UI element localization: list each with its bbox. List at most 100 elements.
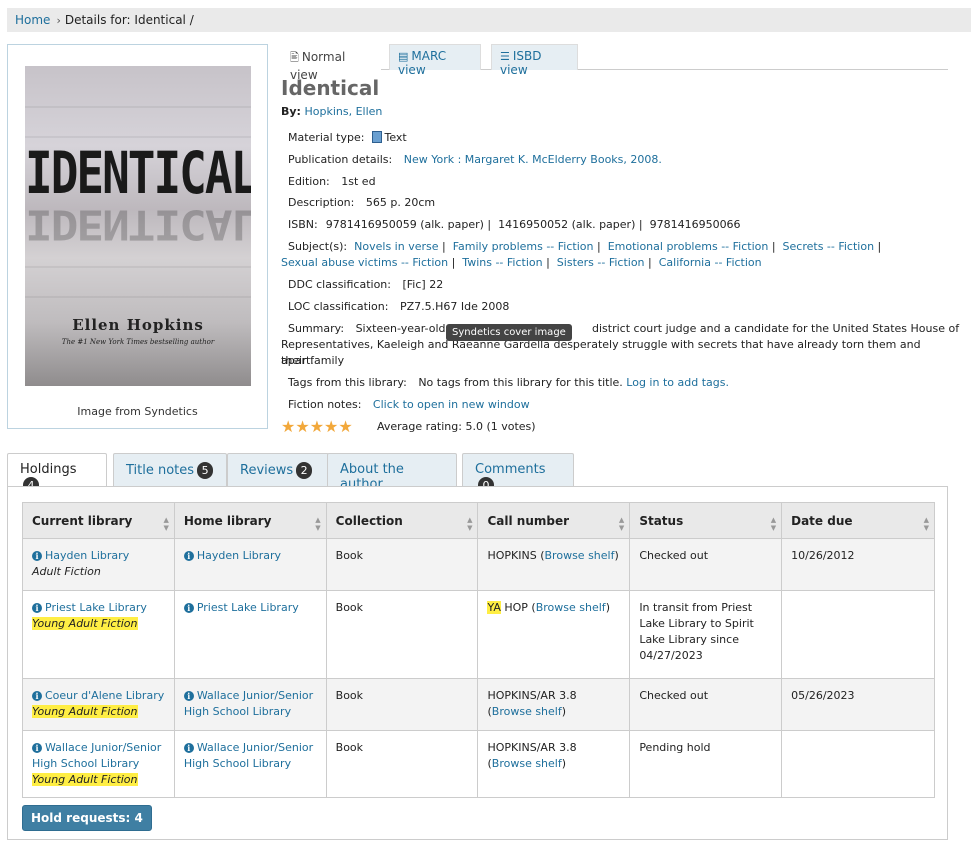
browse-shelf-link[interactable]: Browse shelf	[492, 757, 562, 770]
date-due-cell: 05/26/2023	[781, 678, 935, 731]
cover-tooltip: Syndetics cover image	[446, 324, 572, 341]
cover-caption: Image from Syndetics	[77, 405, 198, 418]
summary-row-1: Summary: Sixteen-year-old id	[288, 322, 460, 335]
sort-icon: ▲ ▼	[163, 516, 169, 532]
table-row: i Wallace Junior/Senior High School Libra…	[22, 730, 935, 798]
column-header[interactable]: Date due ▲ ▼	[781, 502, 935, 539]
info-icon: i	[183, 691, 194, 701]
subject-link[interactable]: California -- Fiction	[659, 256, 762, 269]
cover-tagline-art: The #1 New York Times bestselling author	[61, 338, 215, 346]
current-library-link[interactable]: Coeur d'Alene Library	[45, 689, 164, 702]
material-type-row: Material type: Text	[288, 131, 407, 144]
tab-about-author[interactable]: About the author	[327, 453, 457, 492]
date-due-cell	[781, 730, 935, 798]
record-title: Identical	[281, 76, 380, 100]
tab-isbd-view[interactable]: ☰ ISBD view	[491, 44, 578, 77]
subject-link[interactable]: Secrets -- Fiction	[783, 240, 875, 253]
subject-link[interactable]: Sisters -- Fiction	[557, 256, 645, 269]
status-cell: Pending hold	[629, 730, 783, 798]
document-icon: 🖹	[290, 51, 299, 64]
collection-cell: Book	[325, 730, 479, 798]
subject-link[interactable]: Novels in verse	[354, 240, 438, 253]
subjects-row-2: Sexual abuse victims -- Fiction | Twins …	[281, 256, 762, 269]
column-header[interactable]: Call number ▲ ▼	[477, 502, 631, 539]
breadcrumb-current: Details for: Identical /	[64, 13, 194, 27]
info-icon: i	[183, 551, 194, 561]
collection-cell: Book	[325, 590, 479, 679]
breadcrumb: Home › Details for: Identical /	[7, 8, 971, 32]
sort-icon: ▲ ▼	[770, 516, 777, 532]
tab-holdings[interactable]: Holdings4	[7, 453, 107, 494]
sort-icon: ▲ ▼	[923, 516, 929, 532]
status-cell: Checked out	[629, 678, 783, 731]
subject-link[interactable]: Emotional problems -- Fiction	[608, 240, 769, 253]
detail-tabs: Holdings4 Title notes5 Reviews2 About th…	[7, 453, 947, 494]
browse-shelf-link[interactable]: Browse shelf	[545, 549, 615, 562]
subject-link[interactable]: Sexual abuse victims -- Fiction	[281, 256, 448, 269]
browse-shelf-link[interactable]: Browse shelf	[536, 601, 606, 614]
subjects-row: Subject(s): Novels in verse | Family pro…	[288, 240, 882, 253]
tab-title-notes[interactable]: Title notes 5	[113, 453, 227, 487]
login-tags-link[interactable]: Log in to add tags.	[626, 376, 729, 389]
home-library-link[interactable]: Priest Lake Library	[197, 601, 299, 614]
collection-tag: Young Adult Fiction	[32, 705, 138, 718]
home-library-link[interactable]: Wallace Junior/Senior High School Librar…	[184, 741, 313, 770]
publication-link[interactable]: New York : Margaret K. McElderry Books, …	[404, 153, 662, 166]
column-header[interactable]: Collection ▲ ▼	[325, 502, 479, 539]
info-icon: i	[32, 603, 42, 613]
publication-row: Publication details: New York : Margaret…	[288, 153, 662, 166]
average-rating: Average rating: 5.0 (1 votes)	[377, 420, 536, 433]
info-icon: i	[32, 743, 42, 753]
status-cell: In transit from Priest Lake Library to S…	[629, 590, 783, 679]
column-header[interactable]: Current library ▲ ▼	[22, 502, 175, 539]
cover-image[interactable]: IDENTICAL IDENTICAL Ellen Hopkins The #1…	[25, 66, 251, 386]
home-library-link[interactable]: Wallace Junior/Senior High School Librar…	[184, 689, 313, 718]
home-library-link[interactable]: Hayden Library	[197, 549, 281, 562]
card-icon: ▤	[398, 50, 409, 63]
hold-requests-button[interactable]: Hold requests: 4	[22, 805, 152, 831]
fiction-notes-row: Fiction notes: Click to open in new wind…	[288, 398, 530, 411]
table-row: i Coeur d'Alene Library Young Adult Fictio…	[22, 678, 935, 731]
info-icon: i	[183, 603, 194, 613]
tab-reviews[interactable]: Reviews 2	[227, 453, 329, 487]
collection-cell: Book	[325, 678, 479, 731]
summary-row-3: apart.	[281, 354, 314, 367]
table-row: i Priest Lake Library Young Adult Fiction …	[22, 590, 935, 679]
column-header[interactable]: Status ▲ ▼	[629, 502, 783, 539]
isbn-row: ISBN: 9781416950059 (alk. paper) | 141695…	[288, 218, 741, 231]
cover-title-art: IDENTICAL	[25, 139, 251, 207]
subject-link[interactable]: Twins -- Fiction	[462, 256, 542, 269]
info-icon: i	[183, 743, 194, 753]
table-row: i Hayden Library Adult Fiction i Hayden Lib…	[22, 538, 935, 591]
holdings-table: Current library ▲ ▼ Home library ▲ ▼ Collect…	[22, 502, 935, 798]
status-cell: Checked out	[629, 538, 783, 591]
browse-shelf-link[interactable]: Browse shelf	[492, 705, 562, 718]
view-tabs: 🖹 Normal view ▤ MARC view ☰ ISBD view	[281, 44, 948, 82]
subject-link[interactable]: Family problems -- Fiction	[453, 240, 594, 253]
current-library-link[interactable]: Wallace Junior/Senior High School Librar…	[32, 741, 161, 770]
byline: By: Hopkins, Ellen	[281, 105, 383, 118]
fiction-notes-link[interactable]: Click to open in new window	[373, 398, 530, 411]
info-icon: i	[32, 691, 42, 701]
current-library-link[interactable]: Hayden Library	[45, 549, 129, 562]
edition-row: Edition: 1st ed	[288, 175, 376, 188]
collection-tag: Young Adult Fiction	[32, 773, 138, 786]
current-library-link[interactable]: Priest Lake Library	[45, 601, 147, 614]
breadcrumb-home-link[interactable]: Home	[15, 13, 50, 27]
sort-icon: ▲ ▼	[618, 516, 625, 532]
list-icon: ☰	[500, 50, 510, 63]
reviews-count-badge: 2	[296, 462, 313, 479]
chevron-right-icon: ›	[56, 14, 61, 27]
summary-row-1b: district court judge and a candidate for…	[592, 322, 960, 335]
tab-comments[interactable]: Comments0	[462, 453, 574, 494]
info-icon: i	[32, 551, 42, 561]
tab-marc-view[interactable]: ▤ MARC view	[389, 44, 481, 77]
star-rating[interactable]: ★★★★★	[281, 417, 353, 436]
tags-row: Tags from this library: No tags from thi…	[288, 376, 729, 389]
collection-tag: Young Adult Fiction	[32, 617, 138, 630]
holdings-panel: Current library ▲ ▼ Home library ▲ ▼ Collect…	[7, 486, 948, 840]
tab-normal-view[interactable]: 🖹 Normal view	[281, 44, 381, 82]
author-link[interactable]: Hopkins, Ellen	[304, 105, 382, 118]
column-header[interactable]: Home library ▲ ▼	[173, 502, 327, 539]
date-due-cell	[781, 590, 935, 679]
